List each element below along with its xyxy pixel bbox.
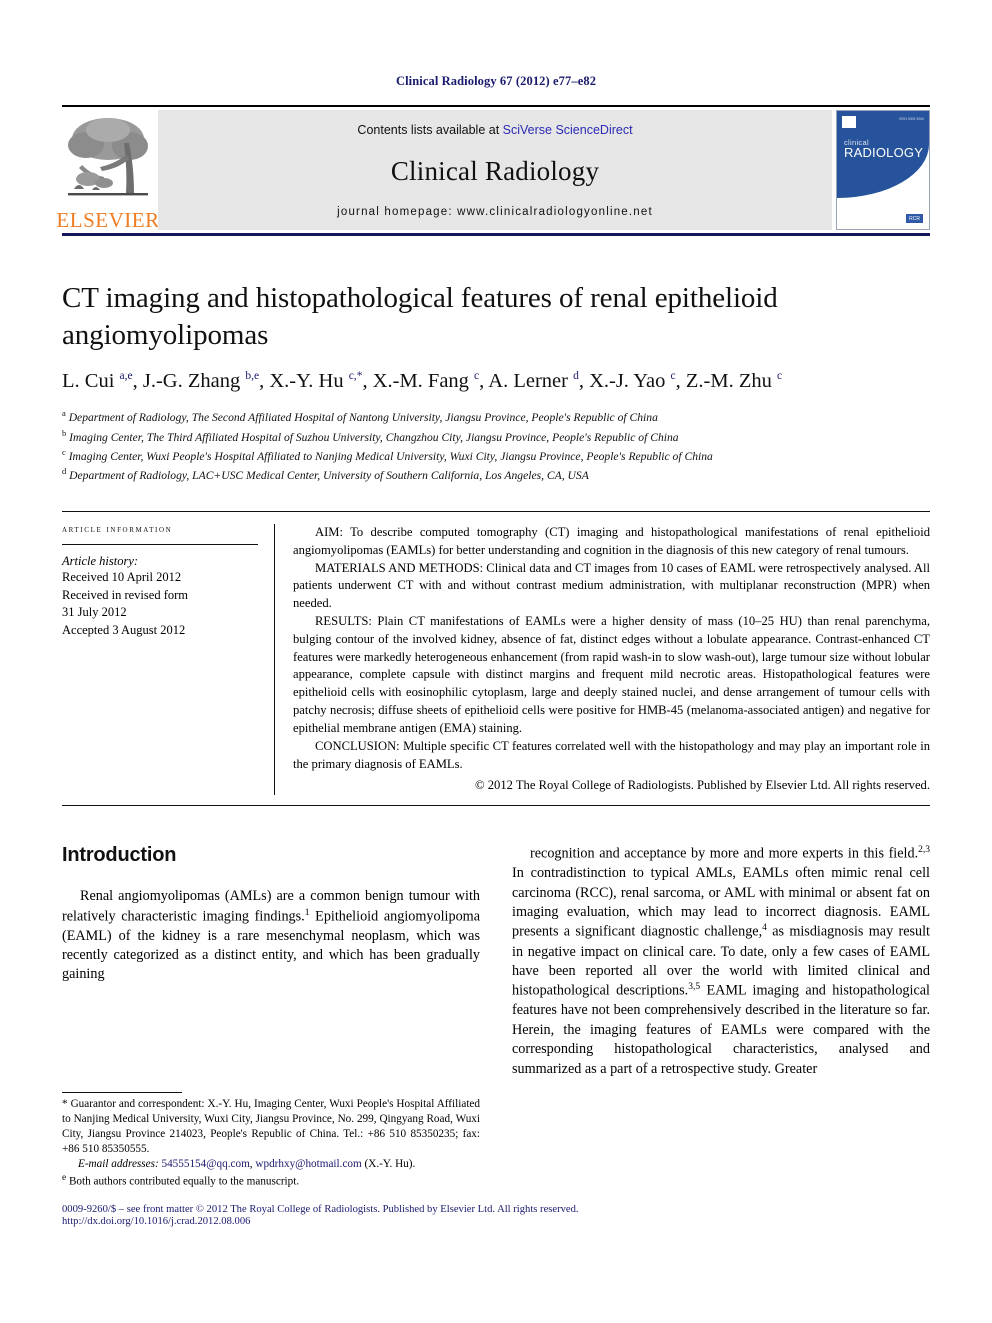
abstract-paragraph: AIM: To describe computed tomography (CT… [293,524,930,557]
body-columns: Introduction Renal angiomyolipomas (AMLs… [62,844,930,1079]
elsevier-tree-icon [68,118,148,196]
article-page: Clinical Radiology 67 (2012) e77–e82 ELS… [0,0,992,1323]
page-footer: 0009-9260/$ – see front matter © 2012 Th… [62,1204,930,1227]
affiliation-marker: c [62,447,66,457]
footnote-equal-contribution: e Both authors contributed equally to th… [62,1173,300,1189]
journal-title: Clinical Radiology [390,156,600,186]
cover-issn-text: ISSN 0009-9260 [898,117,924,121]
abstract-bottom-rule [62,805,930,807]
title-block: CT imaging and histopathological feature… [62,280,930,485]
article-history-line: Received 10 April 2012 [62,569,182,584]
contents-available-line: Contents lists available at SciVerse Sci… [357,123,632,137]
front-matter-line: 0009-9260/$ – see front matter © 2012 Th… [62,1204,579,1215]
abstract-paragraph: MATERIALS AND METHODS: Clinical data and… [293,560,930,611]
article-history-label: Article history: [62,553,139,568]
article-history-line: 31 July 2012 [62,605,127,620]
affiliation-text: Imaging Center, Wuxi People's Hospital A… [68,449,713,463]
elsevier-wordmark: ELSEVIER [56,208,160,232]
footnote-rule [62,1092,182,1093]
sciencedirect-link[interactable]: SciVerse ScienceDirect [503,123,633,137]
cover-publisher-badge: RCR [906,214,923,223]
journal-homepage-link[interactable]: journal homepage: www.clinicalradiologyo… [337,206,653,218]
abstract-copyright: © 2012 The Royal College of Radiologists… [475,778,930,793]
article-information-column: ARTICLE INFORMATION Article history: Rec… [62,524,274,795]
affiliation-marker: b [62,427,67,438]
abstract-column: AIM: To describe computed tomography (CT… [274,523,930,796]
affiliation-item: b Imaging Center, The Third Affiliated H… [62,427,930,446]
article-information-rule [62,543,258,545]
page-title: CT imaging and histopathological feature… [62,282,778,351]
affiliation-text: Department of Radiology, LAC+USC Medical… [69,469,589,483]
affiliation-item: c Imaging Center, Wuxi People's Hospital… [62,446,930,465]
author-list: L. Cui a,e, J.-G. Zhang b,e, X.-Y. Hu c,… [62,370,783,393]
body-column-left: Introduction Renal angiomyolipomas (AMLs… [62,844,480,1079]
affiliation-item: a Department of Radiology, The Second Af… [62,407,930,426]
article-history-line: Accepted 3 August 2012 [62,623,186,638]
introduction-paragraph-right: recognition and acceptance by more and m… [512,845,930,1077]
elsevier-logo: ELSEVIER [56,107,159,233]
doi-link[interactable]: http://dx.doi.org/10.1016/j.crad.2012.08… [62,1216,930,1227]
affiliation-text: Imaging Center, The Third Affiliated Hos… [69,430,679,444]
body-column-right: recognition and acceptance by more and m… [512,844,930,1079]
running-head: Clinical Radiology 67 (2012) e77–e82 [395,74,597,88]
footnote-correspondence: * Guarantor and correspondent: X.-Y. Hu,… [62,1098,480,1156]
cover-elsevier-mark-icon [842,116,856,128]
journal-cover-thumbnail[interactable]: ISSN 0009-9260 clinical RADIOLOGY RCR [836,110,930,230]
abstract-paragraph: RESULTS: Plain CT manifestations of EAML… [293,614,930,735]
abstract-paragraph: CONCLUSION: Multiple specific CT feature… [293,738,930,771]
affiliation-item: d Department of Radiology, LAC+USC Medic… [62,465,930,484]
affiliation-text: Department of Radiology, The Second Affi… [68,410,658,424]
introduction-paragraph-left: Renal angiomyolipomas (AMLs) are a commo… [62,888,481,983]
abstract-section: ARTICLE INFORMATION Article history: Rec… [62,510,930,796]
footnote-email-addresses[interactable]: E-mail addresses: 54555154@qq.com, wpdrh… [62,1157,480,1172]
article-information-heading: ARTICLE INFORMATION [62,523,173,535]
section-heading-introduction: Introduction [62,844,177,867]
article-history-line: Received in revised form [62,587,188,602]
journal-banner: ELSEVIER Contents lists available at Sci… [56,105,930,236]
affiliation-marker: a [62,408,66,419]
banner-center-panel: Contents lists available at SciVerse Sci… [158,110,832,230]
affiliation-marker: d [62,466,67,477]
cover-title-line2: RADIOLOGY [844,145,924,160]
contents-prefix: Contents lists available at [357,123,503,137]
footnote-block: * Guarantor and correspondent: X.-Y. Hu,… [62,1092,480,1190]
banner-bottom-rule [62,233,930,236]
affiliation-list: a Department of Radiology, The Second Af… [62,407,930,485]
